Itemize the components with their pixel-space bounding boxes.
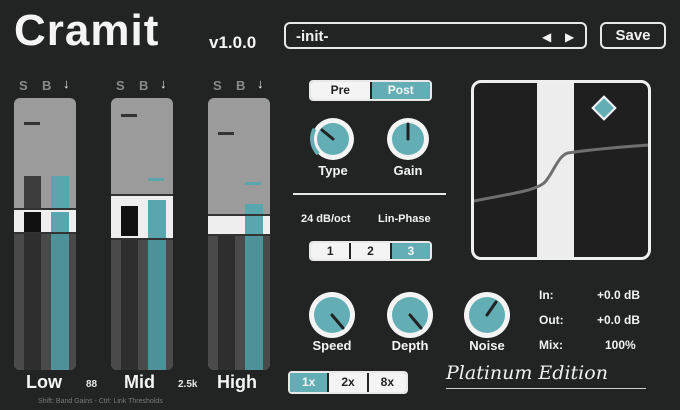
- oversampling-2x[interactable]: 2x: [327, 373, 367, 392]
- filter-order-selector[interactable]: 1 2 3: [309, 241, 432, 261]
- gain-knob[interactable]: [385, 116, 431, 162]
- shortcut-hint: Shift: Band Gains - Ctrl: Link Threshold…: [38, 398, 163, 405]
- mid-solo-button[interactable]: S: [116, 78, 125, 93]
- high-range-bottom-line: [208, 234, 270, 236]
- transfer-curve-display[interactable]: [471, 80, 651, 260]
- mode-pre-option[interactable]: Pre: [311, 82, 370, 99]
- oversampling-1x[interactable]: 1x: [290, 373, 328, 392]
- type-knob-label: Type: [318, 163, 348, 178]
- filter-order-3[interactable]: 3: [389, 243, 430, 259]
- save-button[interactable]: Save: [600, 22, 666, 49]
- preset-selector[interactable]: -init- ◀ ▶: [284, 22, 587, 49]
- mid-output-marker: [148, 178, 164, 181]
- transfer-curve: [474, 143, 648, 203]
- oversampling-8x[interactable]: 8x: [366, 373, 406, 392]
- app-version: v1.0.0: [209, 33, 257, 52]
- section-divider: [293, 193, 446, 195]
- low-input-meter-lower: [24, 234, 41, 370]
- band-low-slider[interactable]: [14, 98, 76, 370]
- filter-phase-label[interactable]: Lin-Phase: [378, 213, 431, 225]
- mid-output-meter: [148, 240, 166, 370]
- input-level-label: In:: [539, 288, 554, 302]
- output-level-value[interactable]: +0.0 dB: [597, 313, 640, 327]
- output-level-label: Out:: [539, 313, 564, 327]
- speed-knob[interactable]: [307, 290, 357, 340]
- mode-post-option[interactable]: Post: [369, 82, 430, 99]
- low-threshold-marker[interactable]: [24, 122, 40, 125]
- oversampling-selector[interactable]: 1x 2x 8x: [288, 371, 408, 394]
- preset-prev-icon[interactable]: ◀: [542, 30, 551, 44]
- high-threshold-marker[interactable]: [218, 132, 234, 135]
- edition-label: Platinum Edition: [446, 362, 608, 384]
- low-bypass-button[interactable]: B: [42, 78, 51, 93]
- preset-name[interactable]: -init-: [296, 28, 328, 45]
- low-output-meter-lower: [51, 234, 69, 370]
- mid-range-bottom-line: [111, 238, 173, 240]
- mid-range-top-line: [111, 194, 173, 196]
- input-level-value: +0.0 dB: [597, 288, 641, 302]
- app-title: Cramit: [14, 6, 160, 55]
- filter-slope-label[interactable]: 24 dB/oct: [301, 213, 351, 225]
- band-mid-label: Mid: [124, 372, 155, 392]
- filter-order-2[interactable]: 2: [349, 243, 390, 259]
- mix-value[interactable]: 100%: [605, 338, 636, 352]
- low-input-meter-highlight: [24, 212, 41, 232]
- crossover-low-mid-value[interactable]: 88: [86, 379, 97, 390]
- high-down-arrow-icon[interactable]: ↓: [257, 76, 264, 91]
- low-down-arrow-icon[interactable]: ↓: [63, 76, 70, 91]
- mid-input-meter-highlight: [121, 206, 138, 236]
- crossover-mid-high-value[interactable]: 2.5k: [178, 379, 197, 390]
- mid-threshold-marker[interactable]: [121, 114, 137, 117]
- mid-bypass-button[interactable]: B: [139, 78, 148, 93]
- preset-next-icon[interactable]: ▶: [565, 30, 574, 44]
- high-bypass-button[interactable]: B: [236, 78, 245, 93]
- filter-order-1[interactable]: 1: [311, 243, 350, 259]
- low-range-bottom-line: [14, 232, 76, 234]
- low-solo-button[interactable]: S: [19, 78, 28, 93]
- type-knob[interactable]: [310, 116, 356, 162]
- edition-underline: [446, 388, 646, 389]
- band-high-slider[interactable]: [208, 98, 270, 370]
- noise-knob[interactable]: [462, 290, 512, 340]
- depth-knob[interactable]: [385, 290, 435, 340]
- band-mid-slider[interactable]: [111, 98, 173, 370]
- high-range-top-line: [208, 214, 270, 216]
- mid-output-meter-highlight: [148, 200, 166, 238]
- mid-input-meter: [121, 240, 138, 370]
- band-high-label: High: [217, 372, 257, 392]
- high-solo-button[interactable]: S: [213, 78, 222, 93]
- mix-label: Mix:: [539, 338, 563, 352]
- gain-knob-label: Gain: [393, 163, 423, 178]
- high-output-marker: [245, 182, 261, 185]
- speed-knob-label: Speed: [312, 338, 352, 353]
- mid-down-arrow-icon[interactable]: ↓: [160, 76, 167, 91]
- high-output-meter-highlight: [245, 216, 263, 234]
- noise-knob-label: Noise: [469, 338, 505, 353]
- band-low-label: Low: [26, 372, 62, 392]
- pre-post-toggle[interactable]: Pre Post: [309, 80, 432, 101]
- high-output-meter: [245, 236, 263, 370]
- depth-knob-label: Depth: [391, 338, 429, 353]
- high-input-meter: [218, 236, 235, 370]
- low-range-top-line: [14, 208, 76, 210]
- low-output-meter-highlight: [51, 212, 69, 232]
